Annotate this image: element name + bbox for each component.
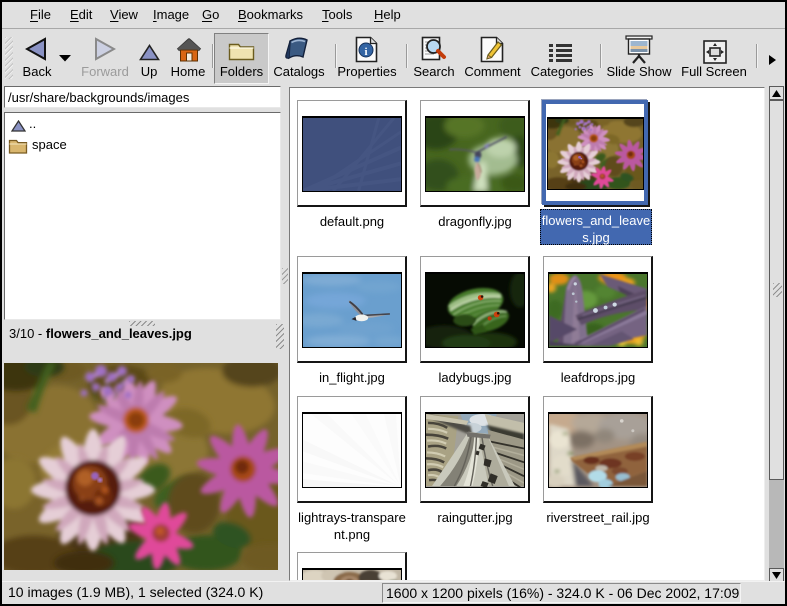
svg-text:i: i: [364, 46, 367, 58]
